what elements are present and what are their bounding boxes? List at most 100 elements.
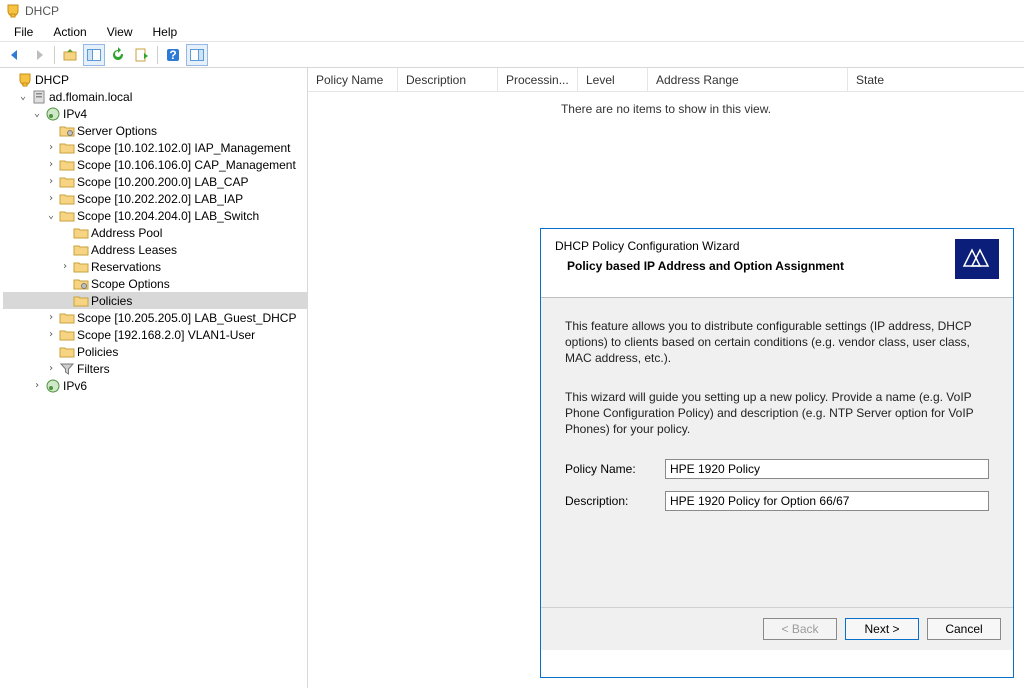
col-address-range[interactable]: Address Range: [648, 68, 848, 91]
tree-label: Reservations: [91, 260, 161, 274]
policy-name-input[interactable]: [665, 459, 989, 479]
up-button[interactable]: [59, 44, 81, 66]
wizard-title: DHCP Policy Configuration Wizard: [555, 239, 844, 253]
folder-icon: [59, 327, 75, 343]
folder-icon: [73, 242, 89, 258]
tree-label: Scope [10.205.205.0] LAB_Guest_DHCP: [77, 311, 296, 325]
col-processing[interactable]: Processin...: [498, 68, 578, 91]
tree-scope[interactable]: › Scope [10.200.200.0] LAB_CAP: [3, 173, 307, 190]
wizard-button-row: < Back Next > Cancel: [541, 608, 1013, 650]
expander-icon[interactable]: ›: [31, 380, 43, 391]
folder-icon: [73, 225, 89, 241]
list-column-headers: Policy Name Description Processin... Lev…: [308, 68, 1024, 92]
tree-label: Filters: [77, 362, 110, 376]
tree-address-leases[interactable]: › Address Leases: [3, 241, 307, 258]
tree-scope[interactable]: › Scope [192.168.2.0] VLAN1-User: [3, 326, 307, 343]
tree-label: Scope Options: [91, 277, 170, 291]
tree-label: IPv4: [63, 107, 87, 121]
tree-ipv4[interactable]: ⌄ IPv4: [3, 105, 307, 122]
ipv4-icon: [45, 106, 61, 122]
main-area: › DHCP ⌄ ad.flomain.local ⌄ IPv4: [0, 68, 1024, 688]
menu-view[interactable]: View: [97, 25, 143, 39]
expander-icon[interactable]: ⌄: [45, 210, 57, 221]
col-policy-name[interactable]: Policy Name: [308, 68, 398, 91]
tree-ipv6[interactable]: › IPv6: [3, 377, 307, 394]
refresh-button[interactable]: [107, 44, 129, 66]
toolbar-separator: [54, 46, 55, 64]
list-pane: Policy Name Description Processin... Lev…: [308, 68, 1024, 688]
tree-pane[interactable]: › DHCP ⌄ ad.flomain.local ⌄ IPv4: [0, 68, 308, 688]
export-button[interactable]: [131, 44, 153, 66]
tree-address-pool[interactable]: › Address Pool: [3, 224, 307, 241]
folder-icon: [59, 140, 75, 156]
help-button[interactable]: ?: [162, 44, 184, 66]
tree-scope-expanded[interactable]: ⌄ Scope [10.204.204.0] LAB_Switch: [3, 207, 307, 224]
tree-label: Scope [10.102.102.0] IAP_Management: [77, 141, 291, 155]
expander-icon[interactable]: ›: [45, 312, 57, 323]
tree-label: Address Leases: [91, 243, 177, 257]
expander-icon[interactable]: ›: [45, 176, 57, 187]
policy-name-label: Policy Name:: [565, 462, 665, 476]
nav-forward-button[interactable]: [28, 44, 50, 66]
expander-icon[interactable]: ⌄: [31, 108, 43, 119]
dhcp-icon: [17, 72, 33, 88]
folder-icon: [59, 344, 75, 360]
tree-label: Policies: [77, 345, 118, 359]
tree-label: IPv6: [63, 379, 87, 393]
folder-icon: [59, 191, 75, 207]
tree-scope[interactable]: › Scope [10.205.205.0] LAB_Guest_DHCP: [3, 309, 307, 326]
tree-scope[interactable]: › Scope [10.202.202.0] LAB_IAP: [3, 190, 307, 207]
expander-icon[interactable]: ›: [45, 159, 57, 170]
col-description[interactable]: Description: [398, 68, 498, 91]
tree-root-dhcp[interactable]: › DHCP: [3, 71, 307, 88]
show-hide-tree-button[interactable]: [83, 44, 105, 66]
next-button[interactable]: Next >: [845, 618, 919, 640]
server-icon: [31, 89, 47, 105]
expander-icon[interactable]: ›: [59, 261, 71, 272]
filter-icon: [59, 361, 75, 377]
toolbar: ?: [0, 42, 1024, 68]
window-title: DHCP: [25, 4, 59, 18]
tree-reservations[interactable]: › Reservations: [3, 258, 307, 275]
col-state[interactable]: State: [848, 68, 1024, 91]
description-label: Description:: [565, 494, 665, 508]
policy-name-row: Policy Name:: [565, 459, 989, 479]
tree-label: Policies: [91, 294, 132, 308]
tree-server[interactable]: ⌄ ad.flomain.local: [3, 88, 307, 105]
tree-filters[interactable]: › Filters: [3, 360, 307, 377]
tree-label: Address Pool: [91, 226, 162, 240]
folder-icon: [59, 157, 75, 173]
tree-scope[interactable]: › Scope [10.102.102.0] IAP_Management: [3, 139, 307, 156]
action-pane-button[interactable]: [186, 44, 208, 66]
expander-icon[interactable]: ›: [45, 193, 57, 204]
tree-scope-options[interactable]: › Scope Options: [3, 275, 307, 292]
wizard-paragraph: This wizard will guide you setting up a …: [565, 389, 989, 438]
tree-scope-policies[interactable]: › Policies: [3, 292, 307, 309]
tree-label: Scope [10.106.106.0] CAP_Management: [77, 158, 296, 172]
tree-ipv4-policies[interactable]: › Policies: [3, 343, 307, 360]
description-input[interactable]: [665, 491, 989, 511]
wizard-body: This feature allows you to distribute co…: [541, 298, 1013, 608]
tree-label: ad.flomain.local: [49, 90, 132, 104]
folder-icon: [73, 293, 89, 309]
col-level[interactable]: Level: [578, 68, 648, 91]
tree-label: Scope [10.200.200.0] LAB_CAP: [77, 175, 248, 189]
tree-label: Scope [10.202.202.0] LAB_IAP: [77, 192, 243, 206]
menu-file[interactable]: File: [4, 25, 43, 39]
expander-icon[interactable]: ›: [45, 142, 57, 153]
svg-text:?: ?: [169, 48, 176, 62]
tree-server-options[interactable]: › Server Options: [3, 122, 307, 139]
wizard-banner-icon: [955, 239, 999, 279]
cancel-button[interactable]: Cancel: [927, 618, 1001, 640]
back-button: < Back: [763, 618, 837, 640]
description-row: Description:: [565, 491, 989, 511]
list-empty-message: There are no items to show in this view.: [308, 92, 1024, 116]
expander-icon[interactable]: ⌄: [17, 91, 29, 102]
expander-icon[interactable]: ›: [45, 329, 57, 340]
tree-scope[interactable]: › Scope [10.106.106.0] CAP_Management: [3, 156, 307, 173]
menu-action[interactable]: Action: [43, 25, 96, 39]
nav-back-button[interactable]: [4, 44, 26, 66]
expander-icon[interactable]: ›: [45, 363, 57, 374]
menu-help[interactable]: Help: [143, 25, 188, 39]
wizard-paragraph: This feature allows you to distribute co…: [565, 318, 989, 367]
